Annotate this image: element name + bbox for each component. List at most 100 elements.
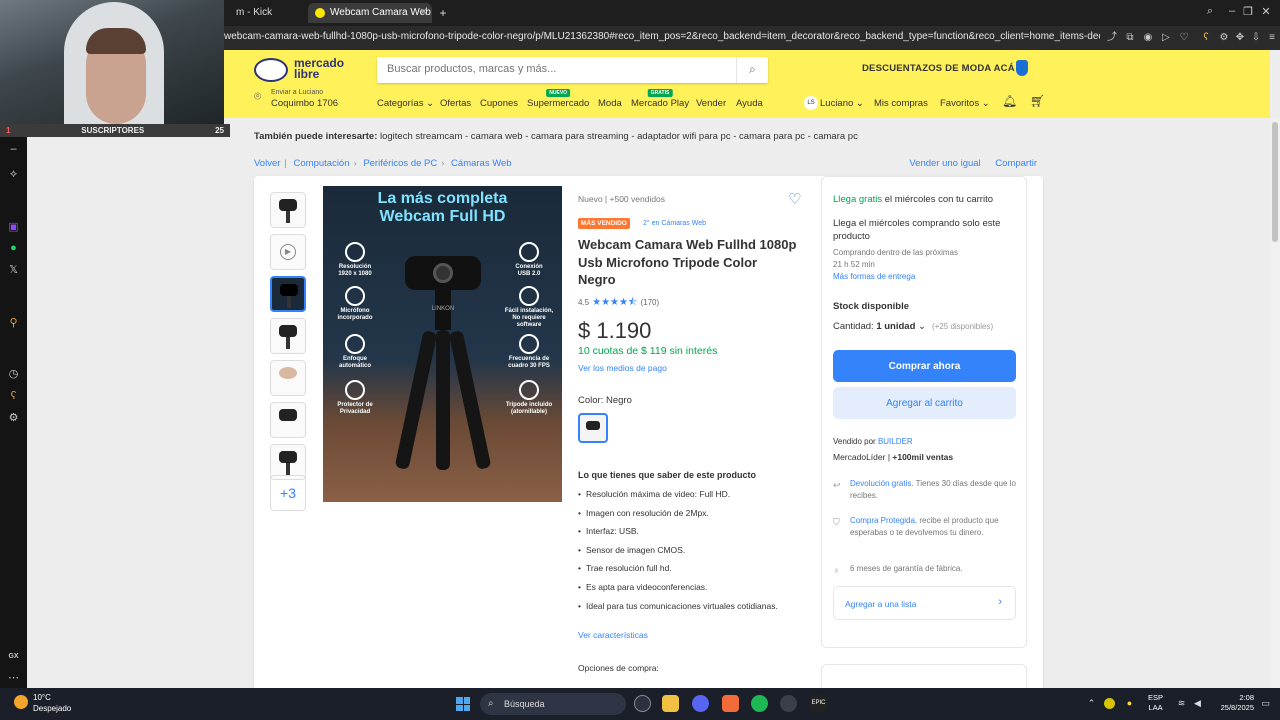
taskbar-search[interactable]: ⌕ Búsqueda	[480, 693, 626, 715]
crumb-computacion[interactable]: Computación	[294, 158, 350, 169]
kick-icon[interactable]: ⟡	[7, 168, 20, 181]
search-input[interactable]	[387, 63, 727, 75]
nav-mercado-play[interactable]: GRATIS Mercado Play	[631, 89, 689, 109]
close-window-icon[interactable]: ✕	[1258, 5, 1274, 18]
related-links[interactable]: logitech streamcam - camara web - camara…	[380, 131, 858, 142]
return-link[interactable]: Devolución gratis	[850, 479, 911, 488]
bell-icon[interactable]: 🔔︎	[1002, 94, 1017, 108]
cart-icon[interactable]: 🛒︎	[1030, 94, 1045, 108]
favorite-heart-icon[interactable]: ♡	[788, 190, 801, 208]
crumb-perifericos[interactable]: Periféricos de PC	[363, 158, 437, 169]
menu-icon[interactable]: ≡	[1266, 32, 1278, 44]
nav-categorias[interactable]: Categorías ⌄	[377, 98, 434, 109]
share-icon[interactable]: ⤴	[1106, 32, 1118, 44]
address-bar[interactable]: webcam-camara-web-fullhd-1080p-usb-micro…	[224, 26, 1280, 50]
spotify-icon[interactable]	[751, 695, 768, 712]
back-link[interactable]: Volver	[254, 158, 280, 169]
quantity-selector[interactable]: Cantidad: 1 unidad ⌄ (+25 disponibles)	[833, 321, 993, 332]
more-images-button[interactable]: +3	[270, 475, 306, 511]
nav-mis-compras[interactable]: Mis compras	[874, 98, 928, 109]
app-icon-browser[interactable]	[634, 695, 651, 712]
extension-bear-icon[interactable]: ʕ	[1200, 32, 1212, 44]
extension-gear-icon[interactable]: ⚙	[1218, 32, 1230, 44]
avatar[interactable]: LS	[804, 96, 818, 110]
search-icon[interactable]: ⌕	[736, 57, 768, 83]
medal-icon: ♁	[833, 565, 840, 575]
crumb-camaras-web[interactable]: Cámaras Web	[451, 158, 512, 169]
handshake-icon	[254, 58, 288, 82]
see-features-link[interactable]: Ver características	[578, 630, 648, 640]
epic-games-icon[interactable]: EPIC	[810, 695, 827, 712]
extension-puzzle-icon[interactable]: ✥	[1234, 32, 1246, 44]
share-link[interactable]: Compartir	[995, 158, 1037, 169]
feature-fps: Frecuencia de cuadro 30 FPS	[501, 334, 557, 370]
nav-moda[interactable]: Moda	[598, 98, 622, 109]
app-icon-a[interactable]	[722, 695, 739, 712]
page-scrollbar[interactable]	[1270, 118, 1280, 688]
windows-start-icon[interactable]	[456, 697, 470, 711]
sell-same-link[interactable]: Vender uno igual	[909, 158, 980, 169]
rating[interactable]: 4.5 ★★★★⯪ (170)	[578, 295, 659, 312]
whatsapp-icon[interactable]: ●	[7, 242, 20, 255]
thumbnail-1[interactable]	[270, 192, 306, 228]
add-to-cart-button[interactable]: Agregar al carrito	[833, 387, 1016, 419]
nav-supermercado[interactable]: NUEVO Supermercado	[527, 89, 589, 109]
camera-icon[interactable]: ◉	[1142, 32, 1154, 44]
minimize-icon[interactable]: –	[1224, 5, 1240, 17]
bear-icon[interactable]: ʕ	[7, 390, 20, 403]
language-indicator[interactable]: ESP LAA	[1148, 693, 1163, 713]
promo-banner[interactable]: DESCUENTAZOS DE MODA ACÁ	[862, 63, 1015, 74]
tab-mercadolibre[interactable]: Webcam Camara Web Fu ✕	[308, 3, 432, 23]
twitch-icon[interactable]: ▣	[7, 221, 20, 234]
thumbnail-2-video[interactable]: ▶	[270, 234, 306, 270]
thumbnail-5[interactable]	[270, 360, 306, 396]
nav-cupones[interactable]: Cupones	[480, 98, 518, 109]
file-explorer-icon[interactable]	[662, 695, 679, 712]
maximize-icon[interactable]: ❐	[1240, 5, 1256, 18]
play-icon[interactable]: ▷	[1160, 32, 1172, 44]
clock[interactable]: 2:08 25/8/2025	[1208, 693, 1254, 713]
notifications-icon[interactable]: ▭	[1260, 698, 1271, 709]
history-icon[interactable]: ◷	[7, 368, 20, 381]
thumbnail-4[interactable]	[270, 318, 306, 354]
url-text[interactable]: webcam-camara-web-fullhd-1080p-usb-micro…	[224, 31, 1100, 42]
chevron-up-icon[interactable]: ⌃	[1086, 698, 1097, 709]
tab-kick-dashboard[interactable]: m - Kick Dashboard	[224, 3, 304, 38]
thumbnail-6[interactable]	[270, 402, 306, 438]
new-tab-button[interactable]: +	[434, 3, 452, 23]
search-tabs-icon[interactable]: ⌕	[1202, 5, 1218, 18]
thumbnail-3-selected[interactable]	[270, 276, 306, 312]
nav-ofertas[interactable]: Ofertas	[440, 98, 471, 109]
settings-icon[interactable]: ⚙	[7, 412, 20, 425]
user-menu[interactable]: Luciano ⌄	[820, 98, 864, 109]
tray-app-icon-2[interactable]: ●	[1124, 698, 1135, 709]
product-main-image[interactable]: La más completa Webcam Full HD Resolución…	[323, 186, 562, 502]
gx-icon[interactable]: GX	[7, 650, 20, 663]
nav-vender[interactable]: Vender	[696, 98, 726, 109]
wifi-icon[interactable]: ≋	[1176, 698, 1187, 709]
buy-now-button[interactable]: Comprar ahora	[833, 350, 1016, 382]
category-rank-link[interactable]: 2° en Cámaras Web	[643, 220, 706, 227]
heart-icon[interactable]: ♡	[1178, 32, 1190, 44]
image-headline-1: La más completa	[377, 190, 508, 207]
app-icon-steam[interactable]	[780, 695, 797, 712]
add-to-list-button[interactable]: Agregar a una lista ›	[833, 586, 1016, 620]
nav-favoritos[interactable]: Favoritos ⌄	[940, 98, 990, 109]
tray-app-icon[interactable]	[1104, 698, 1115, 709]
payment-methods-link[interactable]: Ver los medios de pago	[578, 363, 667, 373]
color-option-negro[interactable]	[578, 413, 608, 443]
product-card: ▶ +3 La más completa Webcam Full HD Resol…	[254, 176, 1043, 688]
protected-purchase-link[interactable]: Compra Protegida	[850, 516, 915, 525]
volume-icon[interactable]: ◀︎	[1192, 698, 1203, 709]
x-icon[interactable]: 𝕏	[7, 264, 20, 277]
minus-icon[interactable]: –	[7, 143, 20, 156]
link-icon[interactable]: ⚲	[7, 317, 20, 330]
more-dots-icon[interactable]: ⋯	[7, 672, 20, 685]
tab-close-icon[interactable]: ✕	[420, 3, 428, 23]
more-delivery-link[interactable]: Más formas de entrega	[833, 272, 915, 281]
discord-icon[interactable]	[692, 695, 709, 712]
screenshot-icon[interactable]: ⧉	[1124, 32, 1136, 44]
seller-link[interactable]: BUILDER	[878, 437, 913, 446]
download-icon[interactable]: ⇩	[1250, 32, 1262, 44]
nav-ayuda[interactable]: Ayuda	[736, 98, 763, 109]
